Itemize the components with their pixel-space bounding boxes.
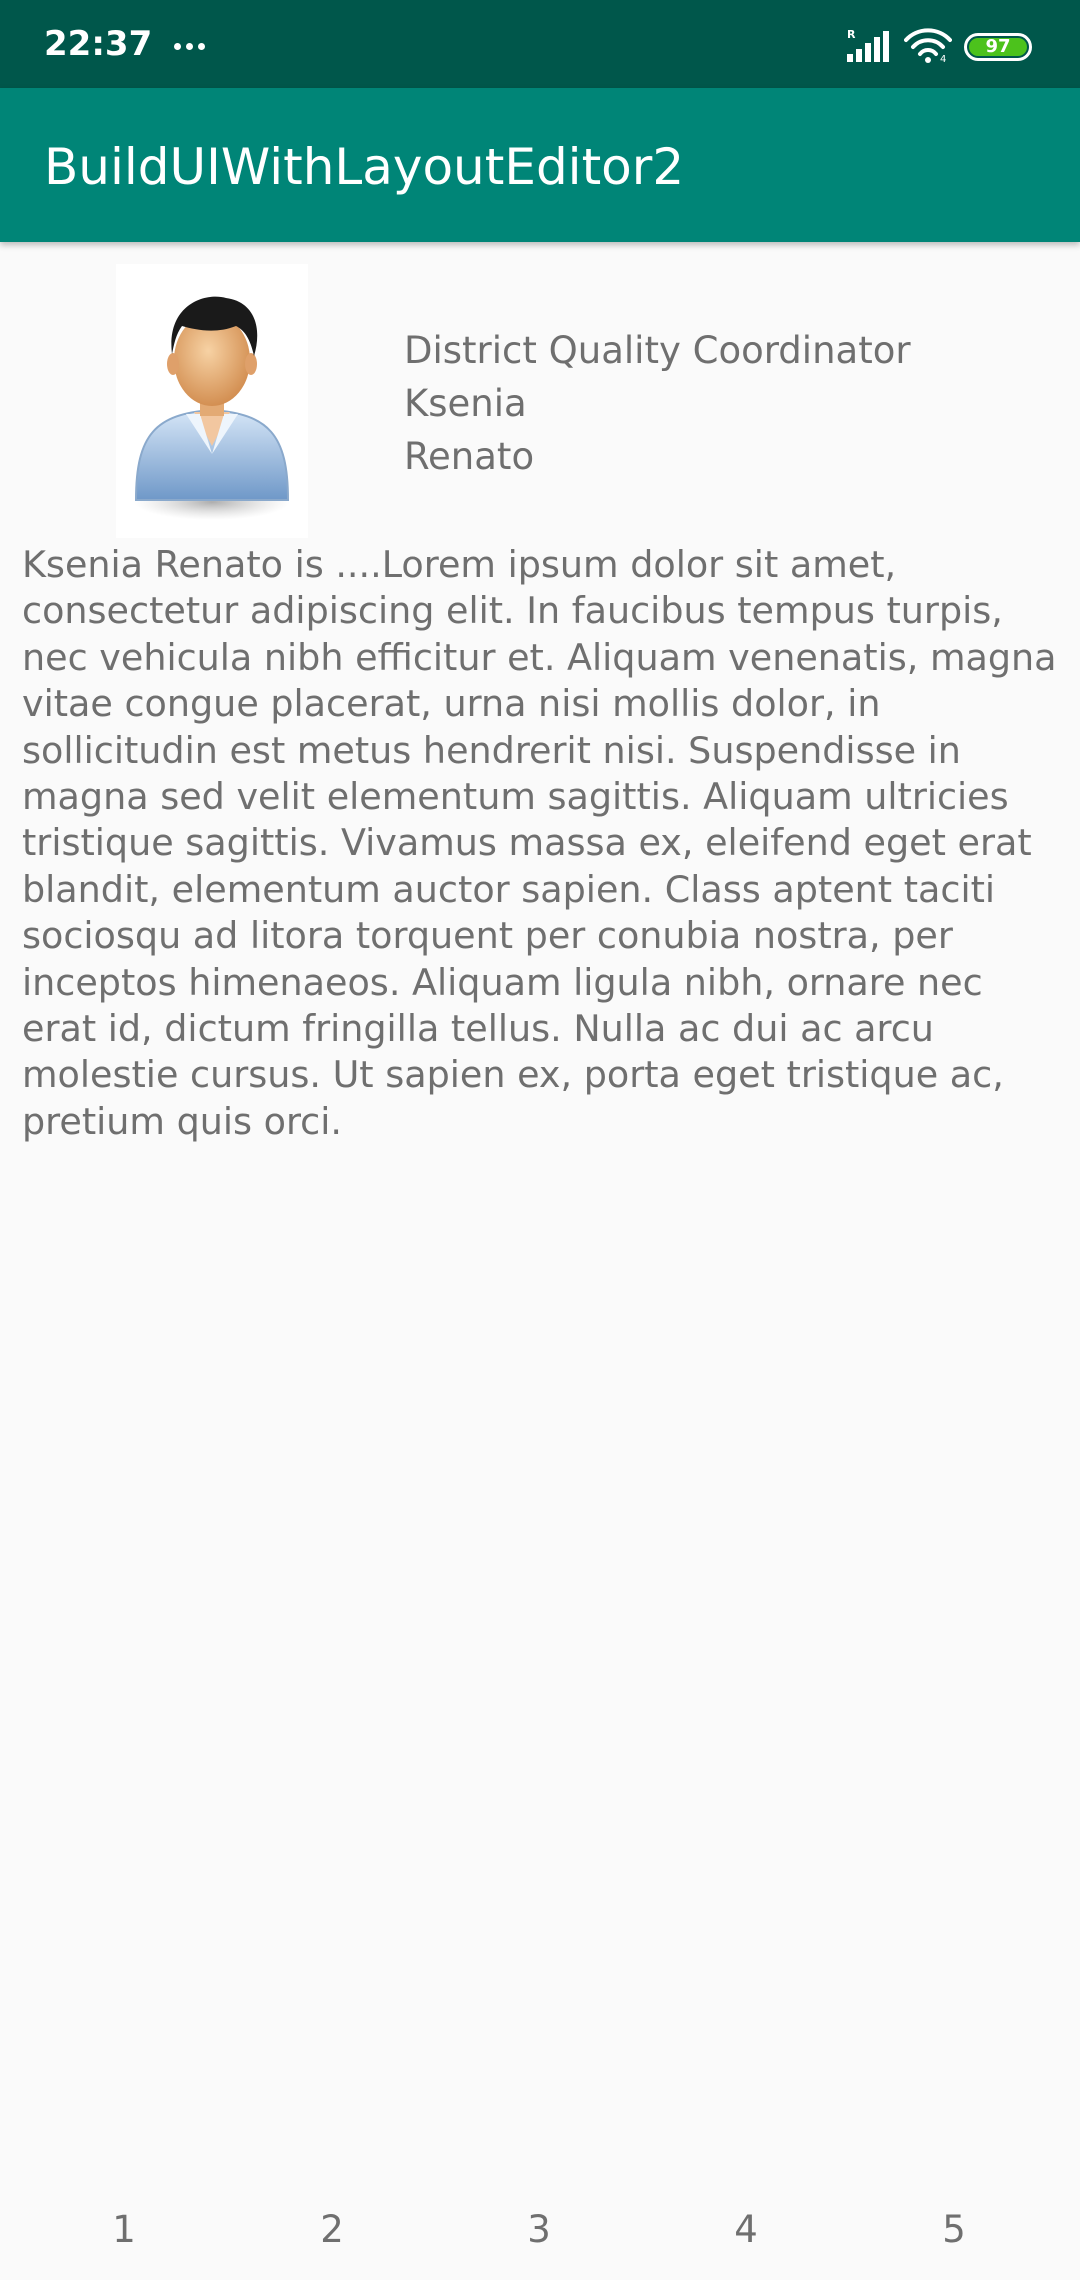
item-2: 2 [320,2208,344,2251]
avatar-image [134,296,290,520]
status-bar: 22:37 R 4 97 [0,0,1080,88]
more-dots-icon [170,30,210,60]
screen: 22:37 R 4 97 BuildUIWithLayoutEditor2 Di… [0,0,1080,2280]
item-4: 4 [734,2208,758,2251]
item-3: 3 [527,2208,551,2251]
item-5: 5 [942,2208,966,2251]
status-time: 22:37 [44,24,153,64]
svg-text:R: R [847,28,856,41]
wifi-icon: 4 [904,28,952,64]
first-name: Ksenia [404,382,527,425]
svg-text:4: 4 [940,54,946,64]
bio-text: Ksenia Renato is ....Lorem ipsum dolor s… [22,543,1057,1143]
person-avatar-icon [116,264,308,538]
signal-icon: R [847,28,889,62]
app-title: BuildUIWithLayoutEditor2 [44,138,685,196]
battery-level: 97 [969,38,1027,56]
battery-icon: 97 [964,33,1032,61]
last-name: Renato [404,435,535,478]
app-bar: BuildUIWithLayoutEditor2 [0,88,1080,242]
job-title: District Quality Coordinator [404,329,911,372]
item-1: 1 [112,2208,136,2251]
profile-info: District Quality Coordinator Ksenia Rena… [404,324,911,483]
